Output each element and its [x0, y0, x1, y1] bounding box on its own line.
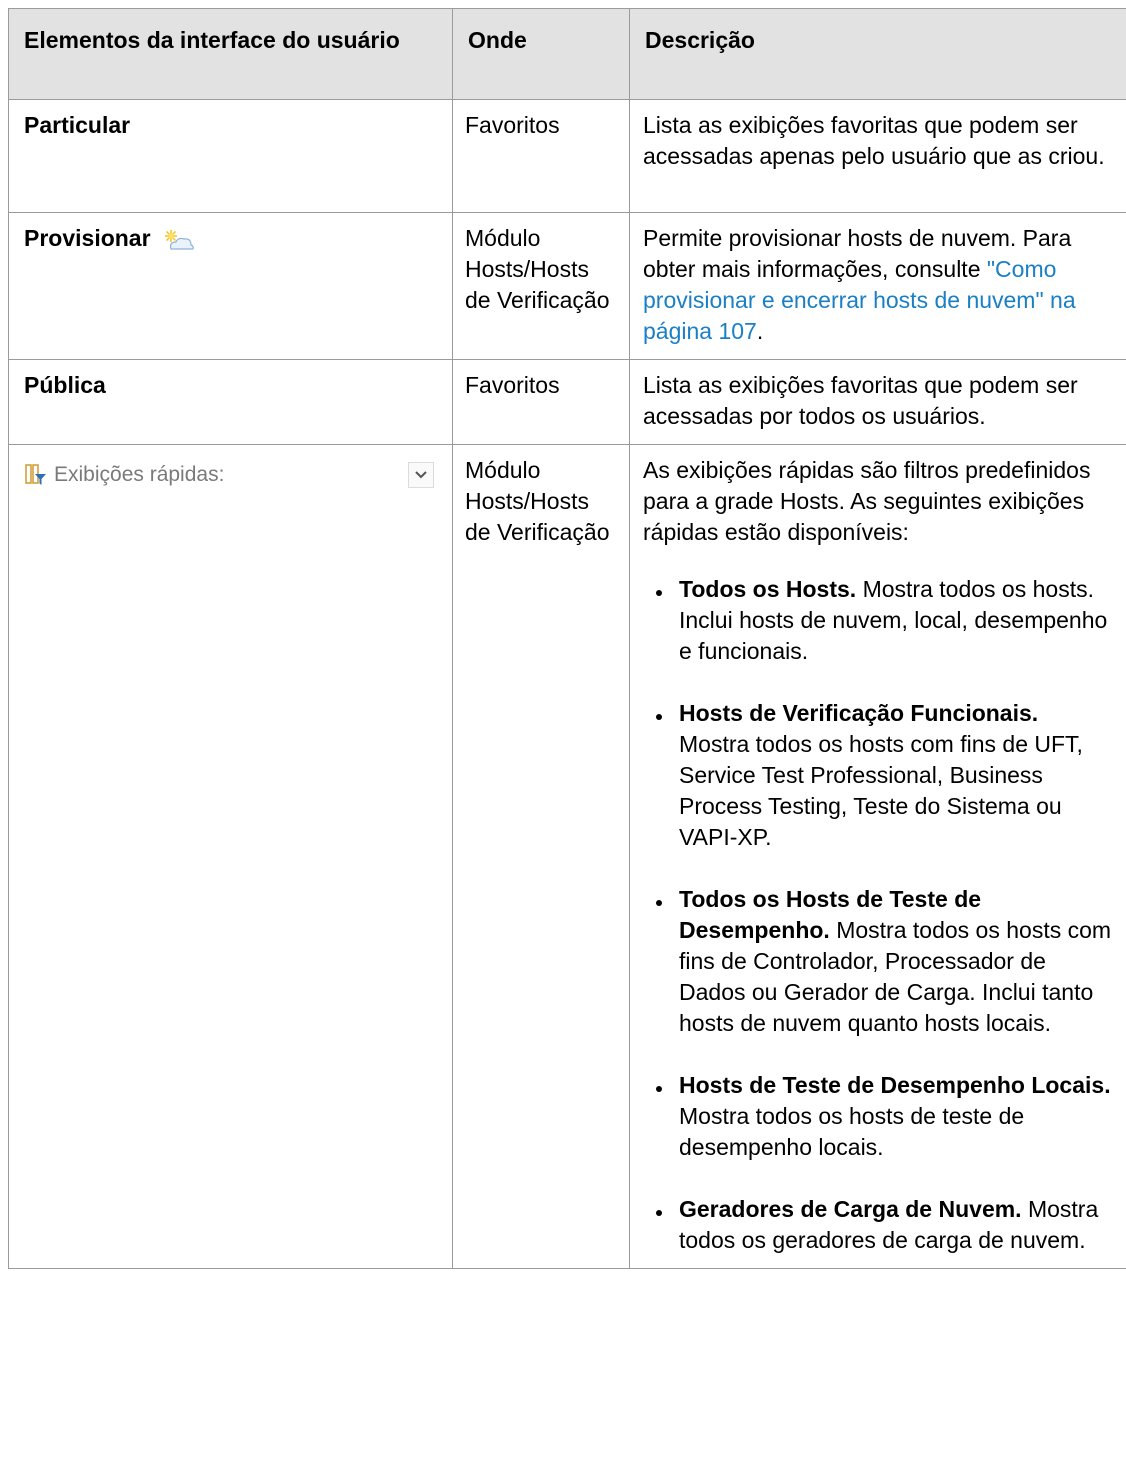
table-row: Pública Favoritos Lista as exibições fav… [8, 359, 1126, 445]
element-publica: Pública [24, 372, 106, 398]
description-provisionar: Permite provisionar hosts de nuvem. Para… [643, 225, 1076, 344]
header-where: Onde [452, 8, 630, 100]
filter-grid-icon [24, 463, 48, 487]
element-provisionar: Provisionar [24, 225, 151, 251]
quick-views-widget[interactable]: Exibições rápidas: [24, 455, 440, 490]
list-item: Todos os Hosts. Mostra todos os hosts. I… [643, 574, 1114, 667]
cloud-provision-icon[interactable] [163, 228, 195, 250]
table-row: Exibições rápidas: Módulo Hosts/Hosts de… [8, 444, 1126, 1269]
description-publica: Lista as exibições favoritas que podem s… [643, 372, 1078, 429]
where-quick-views: Módulo Hosts/Hosts de Verificação [465, 457, 610, 545]
where-particular: Favoritos [465, 112, 560, 138]
description-particular: Lista as exibições favoritas que podem s… [643, 112, 1105, 169]
table-header-row: Elementos da interface do usuário Onde D… [8, 8, 1126, 100]
list-item: Hosts de Teste de Desempenho Locais. Mos… [643, 1070, 1114, 1163]
header-ui-elements: Elementos da interface do usuário [8, 8, 453, 100]
where-publica: Favoritos [465, 372, 560, 398]
header-description: Descrição [629, 8, 1126, 100]
quick-views-label: Exibições rápidas: [54, 463, 225, 486]
list-item: Hosts de Verificação Funcionais. Mostra … [643, 698, 1114, 853]
chevron-down-icon[interactable] [408, 461, 434, 488]
list-item: Geradores de Carga de Nuvem. Mostra todo… [643, 1194, 1114, 1256]
where-provisionar: Módulo Hosts/Hosts de Verificação [465, 225, 610, 313]
element-particular: Particular [24, 112, 131, 138]
list-item: Todos os Hosts de Teste de Desempenho. M… [643, 884, 1114, 1039]
ui-elements-table: Elementos da interface do usuário Onde D… [8, 8, 1126, 1269]
quick-views-intro: As exibições rápidas são filtros predefi… [643, 457, 1091, 545]
table-row: Provisionar Módulo Hosts/Hosts de Verifi… [8, 212, 1126, 360]
table-row: Particular Favoritos Lista as exibições … [8, 99, 1126, 213]
quick-views-list: Todos os Hosts. Mostra todos os hosts. I… [643, 574, 1114, 1256]
